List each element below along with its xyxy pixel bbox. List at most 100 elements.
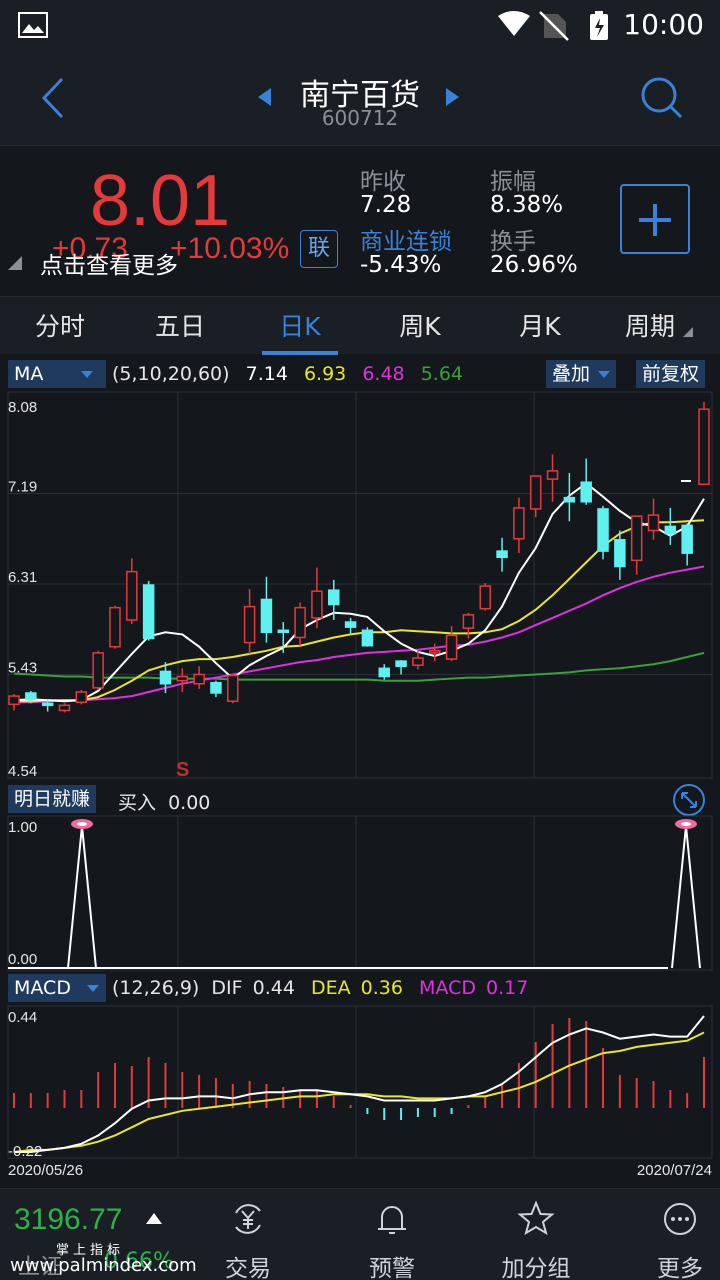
- price-panel-frame: [7, 391, 713, 779]
- macd-axis-label: 0.44: [8, 1009, 37, 1026]
- start-date-label: 2020/05/26: [8, 1162, 83, 1179]
- quote-panel[interactable]: 8.01 +0.73 +10.03% 点击查看更多 联 昨收 7.28 振幅 8…: [0, 146, 720, 292]
- signal-panel-frame: [7, 815, 713, 971]
- tab-weekly-k[interactable]: 周K: [360, 307, 480, 343]
- amplitude-label: 振幅: [490, 169, 536, 195]
- candle-up: [109, 606, 121, 648]
- stock-header: 南宁百货 600712: [0, 50, 720, 146]
- signal-marker-core: [681, 822, 691, 826]
- view-more-tip[interactable]: 点击查看更多: [40, 246, 178, 280]
- gallery-icon: [18, 12, 48, 38]
- last-price: 8.01: [90, 161, 231, 241]
- candle-down: [159, 670, 172, 685]
- period-dropdown-icon: [683, 327, 693, 337]
- candle-down: [496, 550, 508, 559]
- macd-axis-label: -0.22: [8, 1143, 42, 1160]
- signal-axis-label: 0.00: [8, 951, 37, 968]
- candle-up: [75, 691, 88, 703]
- candle-down: [614, 539, 626, 568]
- price-axis-label: 6.31: [8, 569, 37, 586]
- candle-up: [193, 673, 205, 685]
- candle-down: [142, 584, 155, 640]
- candle-down: [277, 629, 290, 634]
- candle-up: [462, 614, 475, 629]
- tab-monthly-k[interactable]: 月K: [480, 307, 600, 343]
- nav-alert[interactable]: 预警: [320, 1189, 464, 1280]
- tab-daily-k[interactable]: 日K: [240, 307, 360, 343]
- nav-more[interactable]: 更多: [608, 1189, 720, 1280]
- ma60-line: [13, 651, 705, 682]
- end-date-label: 2020/07/24: [637, 1162, 712, 1179]
- price-axis-label: 4.54: [8, 763, 37, 780]
- battery-icon: [590, 11, 608, 40]
- linked-button[interactable]: 联: [300, 230, 338, 268]
- index-ticker[interactable]: 3196.77 上证 0.66% 掌上指标 www.palmindex.com: [0, 1189, 197, 1280]
- tab-period[interactable]: 周期: [590, 307, 710, 343]
- nav-trade[interactable]: 交易: [176, 1189, 320, 1280]
- sector-label[interactable]: 商业连锁: [360, 222, 452, 256]
- candle-up: [227, 674, 239, 702]
- candle-down: [361, 629, 374, 647]
- candle-up: [479, 585, 491, 610]
- star-icon: [517, 1200, 555, 1236]
- add-watchlist-button[interactable]: [620, 184, 690, 254]
- candle-up: [428, 650, 441, 654]
- candle-down: [25, 692, 37, 700]
- tab-five-day[interactable]: 五日: [120, 307, 240, 343]
- candle-up: [58, 704, 71, 712]
- search-icon[interactable]: [638, 74, 684, 120]
- tab-intraday[interactable]: 分时: [0, 307, 120, 343]
- price-change-pct: +10.03%: [170, 232, 290, 265]
- candle-down: [664, 525, 677, 535]
- price-axis-label: 8.08: [8, 399, 37, 416]
- candle-up: [529, 475, 542, 510]
- turnover-value: 26.96%: [490, 252, 578, 278]
- candle-up: [126, 570, 138, 621]
- dea-line: [13, 1031, 705, 1153]
- bottom-nav: 3196.77 上证 0.66% 掌上指标 www.palmindex.com …: [0, 1188, 720, 1280]
- dif-line: [14, 1015, 705, 1153]
- candle-up: [513, 507, 525, 540]
- candle-up: [92, 652, 104, 689]
- candle-up: [546, 470, 559, 480]
- status-bar: 10:00: [0, 0, 720, 50]
- signal-spike: [671, 825, 701, 969]
- sector-value: -5.43%: [360, 252, 442, 278]
- candle-down: [681, 524, 693, 554]
- candle-up: [294, 606, 306, 639]
- signal-axis-label: 1.00: [8, 819, 37, 836]
- candle-up: [698, 408, 710, 486]
- candle-up: [243, 605, 256, 644]
- nav-trade-label: 交易: [225, 1256, 271, 1280]
- stock-code: 600712: [321, 106, 399, 130]
- candle-up: [412, 657, 424, 666]
- kline-chart-area[interactable]: MA (5,10,20,60) 7.14 6.93 6.48 5.64 叠加 前…: [0, 356, 720, 1186]
- no-sim-icon: [539, 11, 569, 41]
- candle-down: [41, 702, 54, 707]
- price-axis-label: 7.19: [8, 479, 37, 496]
- candle-down: [563, 496, 576, 503]
- signal-marker-core: [77, 822, 87, 826]
- candle-down: [328, 589, 340, 606]
- amplitude-value: 8.38%: [490, 192, 564, 218]
- kline-chart[interactable]: 8.08 7.19 6.31 5.43 4.54 S 1.00 0.00 0.44 -0.22 20…: [0, 356, 720, 1186]
- bell-icon: [378, 1206, 406, 1234]
- candle-up: [311, 590, 323, 619]
- price-axis-label: 5.43: [8, 659, 37, 676]
- nav-add-group[interactable]: 加分组: [464, 1189, 608, 1280]
- candle-down: [395, 660, 407, 668]
- wifi-icon: [498, 11, 530, 36]
- index-up-icon: [146, 1213, 162, 1224]
- next-stock-icon[interactable]: [446, 88, 459, 106]
- turnover-label: 换手: [490, 229, 536, 255]
- watermark: www.palmindex.com: [10, 1255, 197, 1276]
- candle-down: [597, 508, 609, 552]
- nav-more-label: 更多: [657, 1256, 703, 1280]
- clock: 10:00: [623, 8, 704, 41]
- candle-up: [647, 514, 660, 532]
- candle-down: [580, 481, 592, 503]
- prev-close-label: 昨收: [360, 169, 406, 195]
- candle-up: [8, 695, 20, 706]
- index-value: 3196.77: [14, 1203, 123, 1236]
- prev-close-value: 7.28: [360, 192, 412, 218]
